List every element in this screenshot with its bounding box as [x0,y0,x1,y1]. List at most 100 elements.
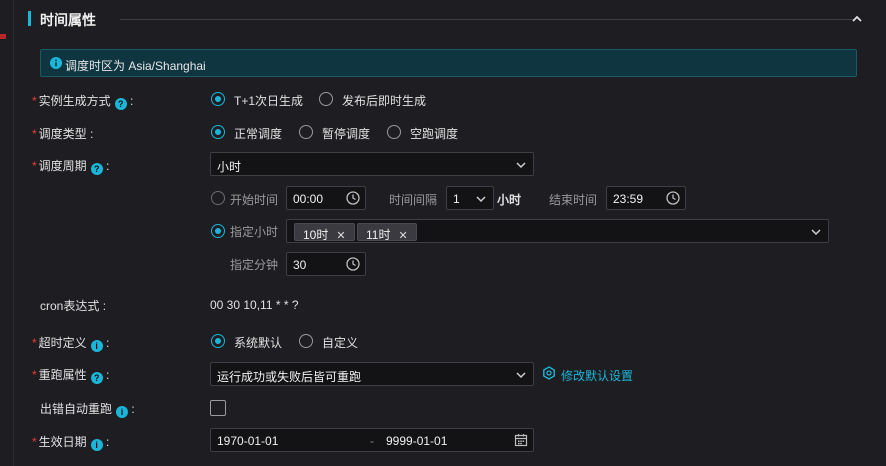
colon: : [128,402,135,416]
radio-pause-schedule[interactable] [299,125,313,139]
required-mark: * [32,127,37,141]
help-icon[interactable]: ? [114,98,127,110]
left-gutter [0,0,14,466]
radio-t1-next-day-label[interactable]: T+1次日生成 [234,92,303,109]
settings-hex-icon[interactable] [542,366,556,380]
radio-custom-timeout-label[interactable]: 自定义 [322,334,358,351]
required-mark: * [32,336,37,350]
required-mark: * [32,368,37,382]
colon: : [102,336,110,350]
hour-tag: 10时 ✕ [294,223,355,242]
specific-minute-value: 30 [293,258,307,272]
effective-date-label-row: * 生效日期 i : [32,433,109,451]
section-divider [120,19,854,20]
info-icon[interactable]: i [90,439,103,451]
date-range-separator: - [370,434,374,448]
hour-tag-label: 11时 [366,228,391,242]
modify-default-settings-link[interactable]: 修改默认设置 [561,367,633,384]
rerun-label: 重跑属性 [38,368,87,382]
hour-tag: 11时 ✕ [357,223,417,242]
rerun-select[interactable]: 运行成功或失败后皆可重跑 [210,362,534,386]
info-icon[interactable]: i [116,406,129,418]
left-marker [0,34,6,39]
interval-label: 时间间隔 [389,193,438,207]
radio-dry-run-schedule-label[interactable]: 空跑调度 [410,125,458,142]
end-time-label: 结束时间 [549,193,598,207]
instance-mode-label: 实例生成方式 [38,94,111,108]
auto-rerun-label-row: 出错自动重跑 i : [40,400,135,418]
schedule-cycle-label-row: * 调度周期? : [32,157,109,175]
radio-publish-immediate[interactable] [319,92,333,106]
radio-normal-schedule[interactable] [211,125,225,139]
effective-date-start[interactable]: 1970-01-01 [217,434,278,448]
schedule-type-label: 调度类型 [38,127,87,141]
schedule-cycle-label: 调度周期 [38,159,87,173]
rerun-value: 运行成功或失败后皆可重跑 [217,370,362,384]
colon: : [102,368,110,382]
radio-time-range[interactable] [211,191,225,205]
chevron-up-icon[interactable] [850,12,864,26]
effective-date-end[interactable]: 9999-01-01 [386,434,447,448]
cron-expression: 00 30 10,11 * * ? [210,298,299,312]
clock-icon [346,257,360,271]
timeout-label-row: * 超时定义 i : [32,334,109,352]
effective-date-label: 生效日期 [38,435,87,449]
help-icon[interactable]: ? [90,163,103,175]
start-time-value: 00:00 [293,192,324,206]
radio-t1-next-day[interactable] [211,92,225,106]
effective-date-range-picker[interactable]: 1970-01-01 - 9999-01-01 [210,428,534,452]
interval-select[interactable]: 1 [446,186,494,210]
radio-dry-run-schedule[interactable] [387,125,401,139]
cron-label: cron表达式 [40,299,100,313]
auto-rerun-label: 出错自动重跑 [40,402,113,416]
specific-minute-label: 指定分钟 [230,258,279,272]
radio-publish-immediate-label[interactable]: 发布后即时生成 [342,92,426,109]
timezone-info-bar: 调度时区为 Asia/Shanghai [40,49,857,77]
close-icon[interactable]: ✕ [336,230,345,242]
start-time-input[interactable]: 00:00 [286,186,366,210]
info-icon[interactable]: i [90,340,103,352]
required-mark: * [32,94,37,108]
schedule-cycle-select[interactable]: 小时 [210,152,534,176]
radio-specific-hours[interactable] [211,224,225,238]
radio-system-default[interactable] [211,334,225,348]
radio-pause-schedule-label[interactable]: 暂停调度 [322,125,370,142]
cron-label-row: cron表达式 : [40,297,106,314]
schedule-type-label-row: * 调度类型 : [32,125,93,142]
colon: : [126,94,134,108]
colon: : [102,435,110,449]
end-time-input[interactable]: 23:59 [606,186,686,210]
radio-system-default-label[interactable]: 系统默认 [234,334,282,351]
auto-rerun-checkbox[interactable] [210,400,226,416]
chevron-down-icon [516,372,526,379]
instance-mode-label-row: * 实例生成方式? : [32,92,133,110]
chevron-down-icon [811,229,821,236]
section-header: 时间属性 [28,9,878,31]
clock-icon [666,191,680,205]
timezone-info-text: 调度时区为 Asia/Shanghai [65,59,206,73]
radio-custom-timeout[interactable] [299,334,313,348]
section-title: 时间属性 [40,12,96,28]
start-time-label: 开始时间 [230,193,279,207]
interval-unit: 小时 [497,193,522,207]
info-icon [50,57,62,69]
colon: : [99,299,107,313]
radio-normal-schedule-label[interactable]: 正常调度 [234,125,282,142]
required-mark: * [32,435,37,449]
clock-icon [346,191,360,205]
end-time-value: 23:59 [613,192,644,206]
close-icon[interactable]: ✕ [398,230,407,242]
colon: : [86,127,94,141]
colon: : [102,159,110,173]
specific-hours-multiselect[interactable]: 10时 ✕ 11时 ✕ [286,219,829,243]
chevron-down-icon [516,162,526,169]
schedule-cycle-value: 小时 [217,160,242,174]
help-icon[interactable]: ? [90,372,103,384]
chevron-down-icon [476,196,486,203]
section-accent-bar [28,11,31,26]
calendar-icon [514,434,528,447]
rerun-label-row: * 重跑属性? : [32,366,109,384]
specific-hours-label: 指定小时 [230,225,279,239]
timeout-label: 超时定义 [38,336,87,350]
specific-minute-input[interactable]: 30 [286,252,366,276]
